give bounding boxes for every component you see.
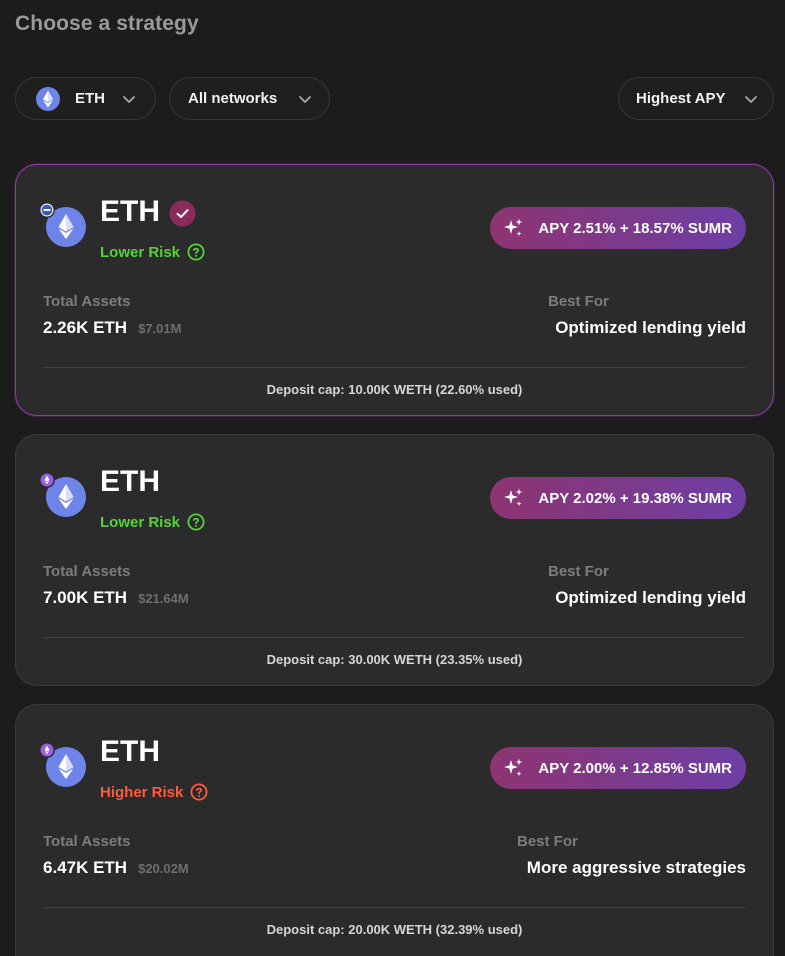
total-assets-amount: 6.47K ETH (43, 858, 128, 877)
network-badge-icon (39, 742, 55, 758)
total-assets-usd: $20.02M (138, 861, 189, 876)
strategy-name: ETH (100, 195, 160, 228)
apy-value: APY 2.00% + 12.85% SUMR (538, 759, 732, 777)
network-filter-label: All networks (188, 90, 278, 107)
total-assets-usd: $21.64M (138, 591, 189, 606)
best-for-label: Best For (548, 563, 609, 580)
deposit-cap: Deposit cap: 30.00K WETH (23.35% used) (266, 652, 523, 667)
divider (43, 637, 746, 638)
total-assets-value: 7.00K ETH $21.64M (43, 588, 189, 608)
sort-label: Highest APY (636, 90, 726, 107)
best-for-value: More aggressive strategies (526, 858, 746, 877)
divider (43, 907, 746, 908)
apy-value: APY 2.51% + 18.57% SUMR (538, 219, 732, 237)
total-assets-usd: $7.01M (138, 321, 182, 336)
total-assets-label: Total Assets (43, 833, 131, 850)
token-filter-dropdown[interactable]: ETH (15, 77, 156, 120)
help-icon[interactable] (187, 243, 205, 261)
apy-value: APY 2.02% + 19.38% SUMR (538, 489, 732, 507)
risk-label: Lower Risk (100, 243, 181, 261)
sparkle-icon (504, 488, 523, 507)
strategy-card[interactable]: ETH Higher Risk APY 2.00% + 12.85% SUMR … (15, 704, 774, 956)
apy-badge: APY 2.02% + 19.38% SUMR (490, 477, 746, 519)
help-icon[interactable] (187, 513, 205, 531)
risk-indicator: Higher Risk (100, 783, 208, 801)
deposit-cap: Deposit cap: 20.00K WETH (32.39% used) (266, 922, 523, 937)
help-icon[interactable] (190, 783, 208, 801)
strategy-card[interactable]: ETH Lower Risk APY 2.51% + 18.57% SUMR T… (15, 164, 774, 416)
best-for-value: Optimized lending yield (555, 588, 746, 607)
risk-label: Lower Risk (100, 513, 181, 531)
chevron-down-icon (745, 95, 757, 103)
apy-badge: APY 2.51% + 18.57% SUMR (490, 207, 746, 249)
risk-label: Higher Risk (100, 783, 184, 801)
page-title: Choose a strategy (15, 12, 199, 35)
best-for-label: Best For (517, 833, 578, 850)
sort-dropdown[interactable]: Highest APY (618, 77, 774, 120)
best-for-value: Optimized lending yield (555, 318, 746, 337)
total-assets-amount: 7.00K ETH (43, 588, 128, 607)
eth-icon (36, 86, 60, 111)
chevron-down-icon (299, 95, 311, 103)
divider (43, 367, 746, 368)
verified-check-icon (169, 200, 196, 227)
sparkle-icon (504, 218, 523, 237)
deposit-cap: Deposit cap: 10.00K WETH (22.60% used) (266, 382, 523, 397)
total-assets-amount: 2.26K ETH (43, 318, 128, 337)
risk-indicator: Lower Risk (100, 513, 205, 531)
best-for-label: Best For (548, 293, 609, 310)
strategy-name: ETH (100, 735, 160, 768)
network-filter-dropdown[interactable]: All networks (169, 77, 330, 120)
sparkle-icon (504, 758, 523, 777)
minus-badge-icon (39, 202, 55, 218)
token-filter-label: ETH (75, 90, 105, 107)
strategy-card[interactable]: ETH Lower Risk APY 2.02% + 19.38% SUMR T… (15, 434, 774, 686)
strategy-name: ETH (100, 465, 160, 498)
total-assets-value: 6.47K ETH $20.02M (43, 858, 189, 878)
total-assets-label: Total Assets (43, 293, 131, 310)
total-assets-label: Total Assets (43, 563, 131, 580)
network-badge-icon (39, 472, 55, 488)
apy-badge: APY 2.00% + 12.85% SUMR (490, 747, 746, 789)
risk-indicator: Lower Risk (100, 243, 205, 261)
total-assets-value: 2.26K ETH $7.01M (43, 318, 181, 338)
chevron-down-icon (123, 95, 135, 103)
